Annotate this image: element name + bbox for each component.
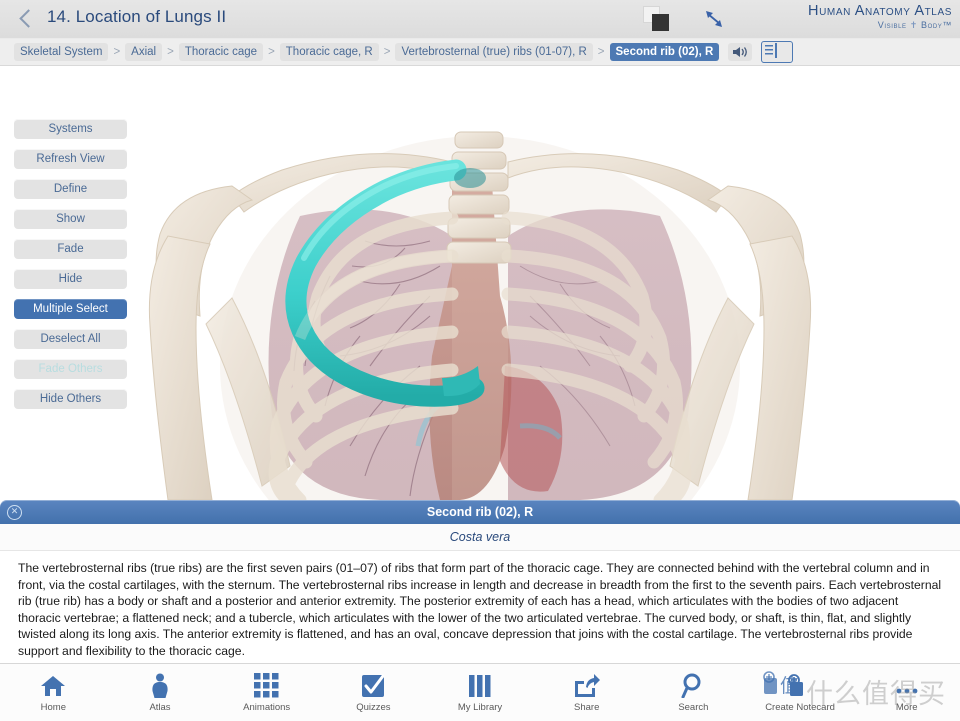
- tool-button[interactable]: Multiple Select: [14, 299, 127, 319]
- tab-more[interactable]: More: [853, 664, 960, 721]
- tab-animations[interactable]: Animations: [213, 664, 320, 721]
- tool-button: Fade Others: [14, 359, 127, 379]
- tab-my-library[interactable]: My Library: [427, 664, 534, 721]
- brand-logo: Human Anatomy Atlas Visible ✝ Body™: [808, 3, 952, 31]
- breadcrumb-item[interactable]: Second rib (02), R: [609, 42, 720, 61]
- more-icon: [895, 672, 919, 698]
- close-circle-icon[interactable]: ✕: [7, 505, 22, 520]
- breadcrumb-separator: >: [268, 45, 275, 58]
- top-bar: 14. Location of Lungs II Human Anatomy A…: [0, 0, 960, 39]
- grid-squares-icon: [254, 672, 279, 698]
- person-body-icon: [149, 672, 171, 698]
- tab-label: Animations: [243, 702, 291, 713]
- info-panel: ✕ Second rib (02), R Costa vera The vert…: [0, 500, 960, 660]
- info-panel-subtitle: Costa vera: [0, 524, 960, 551]
- brand-visible: Visible: [877, 20, 907, 30]
- tab-create-notecard[interactable]: Create Notecard: [747, 664, 854, 721]
- tab-share[interactable]: Share: [533, 664, 640, 721]
- breadcrumb-separator: >: [597, 45, 605, 58]
- tool-button[interactable]: Fade: [14, 239, 127, 259]
- breadcrumb-separator: >: [383, 45, 391, 58]
- brand-subtitle: Visible ✝ Body™: [808, 20, 952, 31]
- tab-label: Create Notecard: [765, 702, 835, 713]
- tab-label: More: [895, 702, 918, 713]
- diagonal-resize-arrows-icon[interactable]: [700, 6, 728, 32]
- magnifier-icon: [681, 672, 705, 698]
- breadcrumb-item[interactable]: Axial: [125, 42, 163, 61]
- tool-button[interactable]: Deselect All: [14, 329, 127, 349]
- tool-button-column: Systems Refresh View Define Show Fade Hide Mul…: [14, 119, 127, 419]
- tool-button[interactable]: Show: [14, 209, 127, 229]
- tool-button[interactable]: Hide Others: [14, 389, 127, 409]
- app-root: 14. Location of Lungs II Human Anatomy A…: [0, 0, 960, 721]
- checkmark-box-icon: [361, 672, 386, 698]
- tab-label: Share: [574, 702, 600, 713]
- brand-tick-icon: ✝: [906, 20, 921, 30]
- speaker-audio-icon[interactable]: [728, 42, 753, 61]
- tab-atlas[interactable]: Atlas: [107, 664, 214, 721]
- books-shelf-icon: [468, 672, 492, 698]
- tool-button[interactable]: Hide: [14, 269, 127, 289]
- tab-label: Atlas: [149, 702, 171, 713]
- breadcrumb-separator: >: [167, 45, 174, 58]
- tool-button[interactable]: Define: [14, 179, 127, 199]
- tool-button[interactable]: Systems: [14, 119, 127, 139]
- tab-label: My Library: [457, 702, 503, 713]
- brand-tm: ™: [942, 20, 952, 30]
- tool-button[interactable]: Refresh View: [14, 149, 127, 169]
- brand-body: Body: [920, 20, 943, 30]
- info-panel-body: The vertebrosternal ribs (true ribs) are…: [0, 551, 960, 660]
- tab-label: Home: [40, 702, 66, 713]
- bottom-tab-bar: Home Atlas Animations Quizzes My Library Shar…: [0, 663, 960, 721]
- layered-squares-icon[interactable]: [643, 6, 673, 32]
- anatomy-viewport[interactable]: [0, 66, 960, 500]
- breadcrumb-item[interactable]: Thoracic cage, R: [279, 42, 379, 61]
- breadcrumb: Skeletal System > Axial > Thoracic cage > Thor…: [0, 38, 960, 66]
- breadcrumb-item[interactable]: Thoracic cage: [178, 42, 264, 61]
- breadcrumb-item[interactable]: Skeletal System: [14, 42, 109, 61]
- tab-quizzes[interactable]: Quizzes: [320, 664, 427, 721]
- share-arrow-icon: [574, 672, 600, 698]
- book-open-icon[interactable]: [761, 40, 794, 63]
- breadcrumb-separator: >: [113, 45, 121, 58]
- tab-home[interactable]: Home: [0, 664, 107, 721]
- back-chevron-icon[interactable]: [18, 7, 34, 31]
- tab-label: Quizzes: [356, 702, 391, 713]
- tab-search[interactable]: Search: [640, 664, 747, 721]
- info-panel-title: Second rib (02), R: [426, 505, 534, 519]
- notecard-plus-icon: [787, 672, 813, 698]
- tab-label: Search: [678, 702, 709, 713]
- brand-title: Human Anatomy Atlas: [808, 3, 952, 19]
- breadcrumb-item[interactable]: Vertebrosternal (true) ribs (01-07), R: [395, 42, 593, 61]
- home-icon: [40, 672, 66, 698]
- info-panel-header: ✕ Second rib (02), R: [0, 500, 960, 524]
- lesson-title: 14. Location of Lungs II: [47, 7, 227, 26]
